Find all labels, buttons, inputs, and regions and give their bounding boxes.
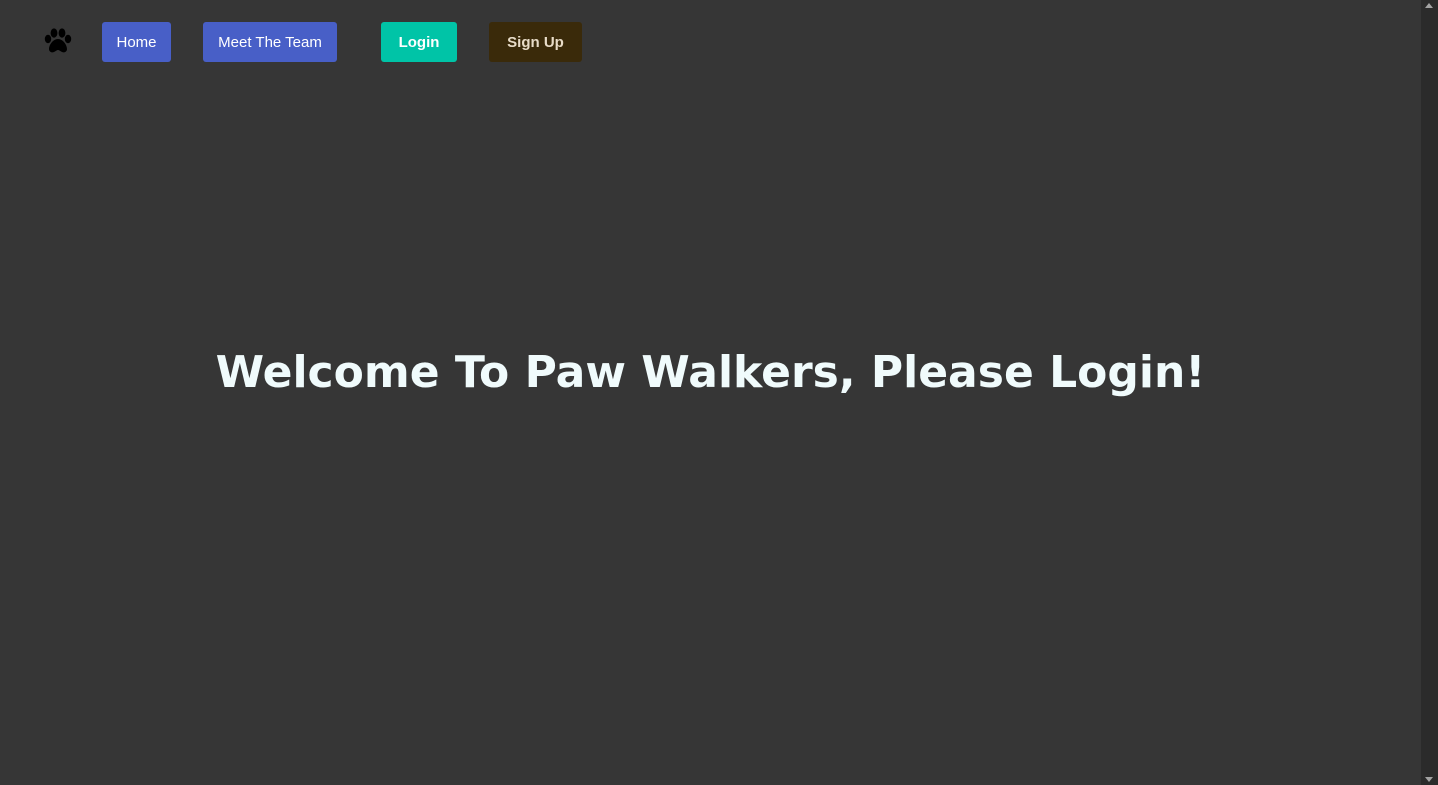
vertical-scrollbar[interactable] <box>1421 0 1438 785</box>
home-button[interactable]: Home <box>102 22 171 62</box>
paw-icon[interactable] <box>43 28 73 54</box>
hero-title: Welcome To Paw Walkers, Please Login! <box>215 347 1206 398</box>
scroll-up-arrow-icon[interactable] <box>1425 3 1433 8</box>
scroll-down-arrow-icon[interactable] <box>1425 777 1433 782</box>
navbar: Home Meet The Team Login Sign Up <box>0 0 1421 84</box>
page: Home Meet The Team Login Sign Up Welcome… <box>0 0 1421 785</box>
meet-the-team-button[interactable]: Meet The Team <box>203 22 337 62</box>
login-button[interactable]: Login <box>381 22 457 62</box>
sign-up-button[interactable]: Sign Up <box>489 22 582 62</box>
